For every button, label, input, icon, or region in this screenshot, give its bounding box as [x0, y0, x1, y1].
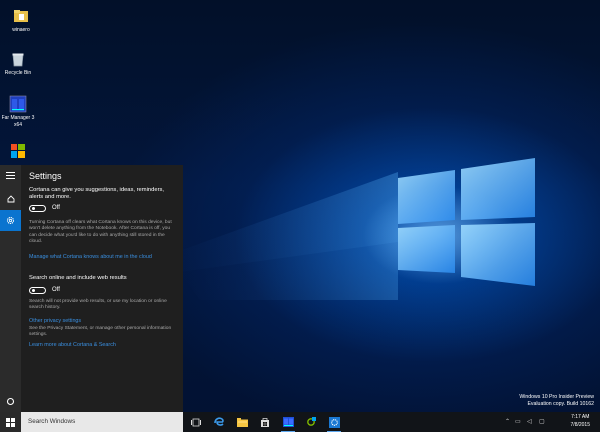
volume-icon[interactable]: ◁ — [527, 418, 532, 425]
taskbar-search-box[interactable]: Search Windows — [21, 412, 183, 432]
search-online-toggle-row: Off — [29, 286, 179, 294]
cortana-toggle-state: Off — [52, 205, 60, 212]
learn-more-link[interactable]: Learn more about Cortana & Search — [29, 342, 179, 349]
other-privacy-settings-link[interactable]: Other privacy settings — [29, 318, 179, 325]
cortana-toggle-row: Off — [29, 204, 179, 212]
cortana-settings-panel: Settings Cortana can give you suggestion… — [0, 165, 183, 412]
folder-icon — [236, 417, 248, 427]
search-online-toggle-state: Off — [52, 287, 60, 294]
network-icon[interactable]: ▭ — [515, 418, 521, 425]
notifications-icon[interactable]: ▢ — [539, 418, 545, 425]
feedback-button[interactable] — [0, 391, 21, 412]
privacy-description: See the Privacy Statement, or manage oth… — [29, 325, 172, 338]
clock-time: 7:17 AM — [571, 414, 590, 420]
settings-button[interactable] — [0, 210, 21, 231]
taskbar-edge[interactable] — [210, 414, 228, 430]
gear-icon — [6, 216, 15, 225]
task-view-button[interactable] — [187, 414, 205, 430]
home-icon — [7, 194, 14, 202]
gear-icon — [328, 416, 340, 428]
manage-cortana-link[interactable]: Manage what Cortana knows about me in th… — [29, 254, 179, 261]
desktop-icon-label: Recycle Bin — [4, 70, 32, 76]
home-button[interactable] — [0, 188, 21, 209]
settings-content: Settings Cortana can give you suggestion… — [29, 171, 179, 349]
desktop-icon-label: Far Manager 3 x64 — [1, 115, 35, 128]
cortana-off-description: Turning Cortana off clears what Cortana … — [29, 219, 172, 245]
desktop-icon-windows[interactable] — [0, 142, 36, 162]
watermark-line-1: Windows 10 Pro Insider Preview — [519, 394, 594, 400]
desktop-icon-far-manager[interactable]: Far Manager 3 x64 — [0, 95, 36, 128]
taskbar-clock[interactable]: 7:17 AM 7/8/2015 — [571, 414, 590, 429]
taskbar-settings[interactable] — [325, 414, 343, 432]
tweaker-icon — [306, 417, 316, 426]
desktop-icon-label: winaero — [12, 27, 30, 33]
watermark-line-2: Evaluation copy. Build 10162 — [527, 400, 594, 407]
cortana-rail — [0, 165, 21, 412]
task-view-icon — [191, 418, 201, 426]
taskbar: Search Windows ⌃ ▭ ◁ ▢ 7:17 AM 7/8/2015 — [0, 412, 600, 432]
search-online-toggle[interactable] — [29, 286, 46, 294]
clock-date: 7/8/2015 — [570, 421, 590, 428]
cortana-toggle[interactable] — [29, 204, 46, 212]
circle-icon — [6, 397, 15, 406]
page-title: Settings — [29, 171, 62, 181]
cortana-intro-text: Cortana can give you suggestions, ideas,… — [29, 187, 165, 201]
taskbar-file-explorer[interactable] — [233, 414, 251, 430]
hamburger-icon — [6, 172, 15, 179]
search-online-label: Search online and include web results — [29, 275, 127, 282]
hamburger-menu-button[interactable] — [0, 165, 21, 186]
recycle-bin-icon — [9, 50, 27, 68]
start-button[interactable] — [0, 412, 21, 432]
build-watermark: Windows 10 Pro Insider Preview Evaluatio… — [519, 394, 594, 407]
windows-logo-icon — [6, 417, 15, 427]
folder-icon — [12, 7, 30, 25]
taskbar-far-manager[interactable] — [279, 414, 297, 432]
windows-flag-icon — [9, 142, 27, 160]
edge-icon — [214, 417, 224, 426]
tray-chevron-icon[interactable]: ⌃ — [505, 418, 510, 425]
store-bag-icon — [261, 418, 269, 427]
desktop-icon-recycle-bin[interactable]: Recycle Bin — [0, 50, 36, 77]
far-manager-icon — [9, 95, 27, 113]
search-online-description: Search will not provide web results, or … — [29, 298, 167, 311]
taskbar-store[interactable] — [256, 414, 274, 430]
desktop-icon-winaero[interactable]: winaero — [3, 7, 39, 34]
far-manager-icon — [282, 417, 294, 427]
taskbar-winaero-tweaker[interactable] — [302, 414, 320, 430]
